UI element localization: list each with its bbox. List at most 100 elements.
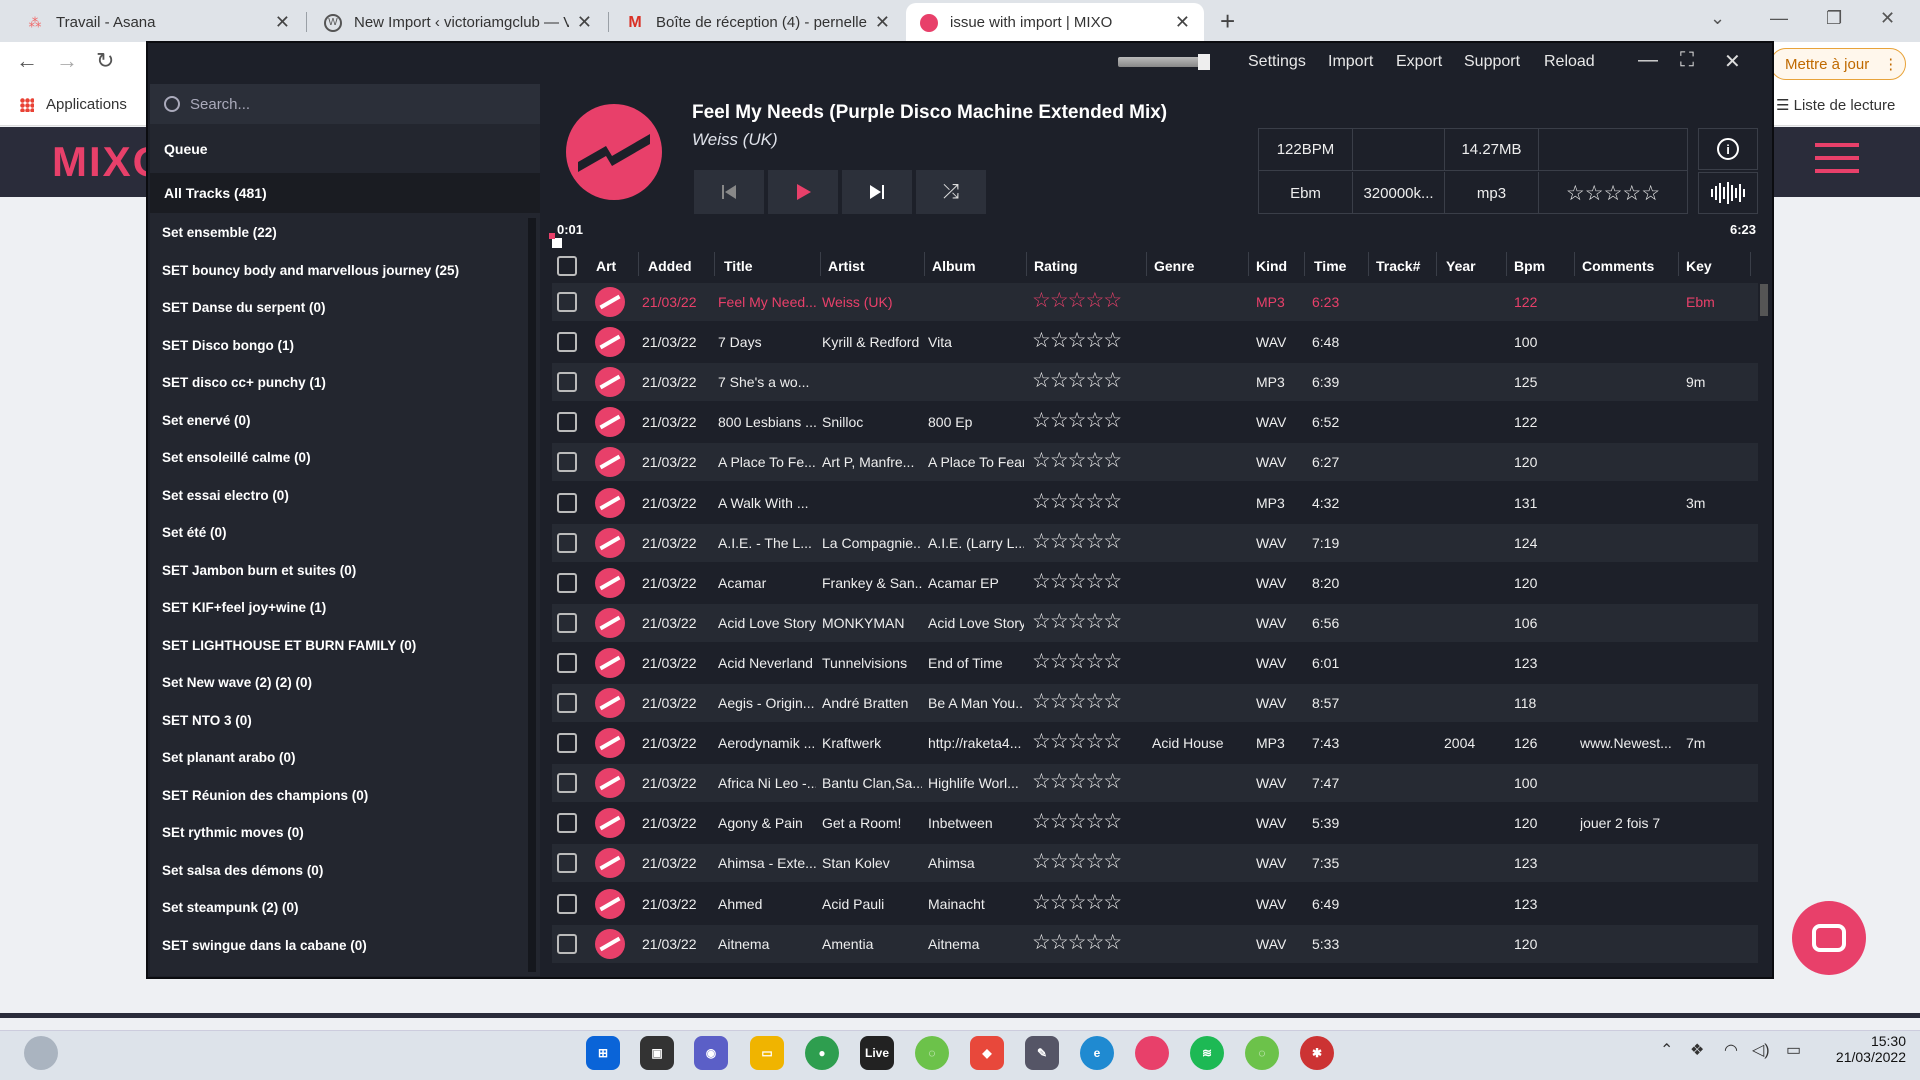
info-button[interactable]: i xyxy=(1698,128,1758,170)
row-rating-stars[interactable]: ☆☆☆☆☆ xyxy=(1032,649,1122,674)
column-time[interactable]: Time xyxy=(1314,258,1346,274)
row-checkbox[interactable] xyxy=(557,893,577,914)
sidebar-item-set[interactable]: Set essai electro (0) xyxy=(162,488,289,503)
row-checkbox[interactable] xyxy=(557,492,577,513)
minimize-icon[interactable]: — xyxy=(1770,8,1788,29)
sidebar-item-set[interactable]: SET swingue dans la cabane (0) xyxy=(162,938,367,953)
sidebar-item-set[interactable]: SET NTO 3 (0) xyxy=(162,713,252,728)
waveform-button[interactable] xyxy=(1698,172,1758,214)
sidebar-item-set[interactable]: SET bouncy body and marvellous journey (… xyxy=(162,263,459,278)
row-checkbox[interactable] xyxy=(557,332,577,353)
column-genre[interactable]: Genre xyxy=(1154,258,1194,274)
sidebar-item-all-tracks[interactable]: All Tracks (481) xyxy=(150,173,540,213)
sidebar-item-set[interactable]: SET disco cc+ punchy (1) xyxy=(162,375,326,390)
row-checkbox[interactable] xyxy=(557,612,577,633)
app-close-icon[interactable]: ✕ xyxy=(1724,49,1741,74)
new-tab-button[interactable]: + xyxy=(1220,6,1235,37)
row-rating-stars[interactable]: ☆☆☆☆☆ xyxy=(1032,729,1122,754)
column-rating[interactable]: Rating xyxy=(1034,258,1078,274)
column-comments[interactable]: Comments xyxy=(1582,258,1654,274)
sidebar-item-set[interactable]: Set planant arabo (0) xyxy=(162,750,296,765)
row-checkbox[interactable] xyxy=(557,813,577,834)
search-input[interactable]: Search... xyxy=(150,84,540,124)
row-checkbox[interactable] xyxy=(557,452,577,473)
row-rating-stars[interactable]: ☆☆☆☆☆ xyxy=(1032,930,1122,955)
back-icon[interactable]: ← xyxy=(16,48,38,74)
progress-bar[interactable] xyxy=(552,240,1764,246)
chat-support-icon[interactable] xyxy=(1792,901,1866,975)
row-checkbox[interactable] xyxy=(557,733,577,754)
forward-icon[interactable]: → xyxy=(56,48,78,74)
sidebar-item-set[interactable]: Set ensemble (22) xyxy=(162,225,277,240)
file-explorer-icon[interactable]: ▭ xyxy=(750,1036,784,1070)
windows-start-icon[interactable]: ⊞ xyxy=(586,1036,620,1070)
previous-button[interactable] xyxy=(694,170,764,214)
row-checkbox[interactable] xyxy=(557,652,577,673)
row-checkbox[interactable] xyxy=(557,532,577,553)
volume-icon[interactable]: ◁) xyxy=(1752,1040,1770,1060)
app-icon-cubes[interactable]: ◆ xyxy=(970,1036,1004,1070)
progress-handle[interactable] xyxy=(552,238,562,248)
sidebar-item-queue[interactable]: Queue xyxy=(150,129,540,169)
sidebar-item-set[interactable]: Set salsa des démons (0) xyxy=(162,863,323,878)
apps-bookmark[interactable]: Applications xyxy=(20,96,127,113)
wifi-icon[interactable]: ◠ xyxy=(1724,1040,1738,1060)
shuffle-button[interactable]: ⤮ xyxy=(916,170,986,214)
row-rating-stars[interactable]: ☆☆☆☆☆ xyxy=(1032,529,1122,554)
column-track-number[interactable]: Track# xyxy=(1376,258,1420,274)
select-all-checkbox[interactable] xyxy=(557,256,577,276)
battery-icon[interactable]: ▭ xyxy=(1786,1040,1801,1060)
row-rating-stars[interactable]: ☆☆☆☆☆ xyxy=(1032,890,1122,915)
tab-asana[interactable]: ⁂ Travail - Asana ✕ xyxy=(12,3,304,42)
sidebar-item-set[interactable]: Set enervé (0) xyxy=(162,413,251,428)
row-rating-stars[interactable]: ☆☆☆☆☆ xyxy=(1032,288,1122,313)
sidebar-item-set[interactable]: SET Jambon burn et suites (0) xyxy=(162,563,356,578)
column-key[interactable]: Key xyxy=(1686,258,1712,274)
app-fullscreen-icon[interactable]: ⛶ xyxy=(1680,49,1694,72)
row-rating-stars[interactable]: ☆☆☆☆☆ xyxy=(1032,809,1122,834)
row-checkbox[interactable] xyxy=(557,933,577,954)
hamburger-menu-icon[interactable] xyxy=(1815,143,1859,175)
info-rating[interactable]: ☆☆☆☆☆ xyxy=(1539,172,1687,214)
task-view-icon[interactable]: ▣ xyxy=(640,1036,674,1070)
column-bpm[interactable]: Bpm xyxy=(1514,258,1545,274)
sidebar-item-set[interactable]: SET Disco bongo (1) xyxy=(162,338,294,353)
support-menu[interactable]: Support xyxy=(1464,53,1520,71)
table-scrollbar[interactable] xyxy=(1760,284,1768,316)
tab-mixo[interactable]: issue with import | MIXO ✕ xyxy=(906,3,1204,42)
close-icon[interactable]: ✕ xyxy=(1175,12,1190,33)
row-rating-stars[interactable]: ☆☆☆☆☆ xyxy=(1032,689,1122,714)
sidebar-item-set[interactable]: SEt rythmic moves (0) xyxy=(162,825,304,840)
row-checkbox[interactable] xyxy=(557,853,577,874)
reload-menu[interactable]: Reload xyxy=(1544,53,1595,71)
sidebar-item-set[interactable]: Set steampunk (2) (0) xyxy=(162,900,299,915)
row-rating-stars[interactable]: ☆☆☆☆☆ xyxy=(1032,569,1122,594)
close-window-icon[interactable]: ✕ xyxy=(1880,8,1895,29)
export-menu[interactable]: Export xyxy=(1396,53,1442,71)
row-checkbox[interactable] xyxy=(557,773,577,794)
column-album[interactable]: Album xyxy=(932,258,976,274)
tab-wordpress[interactable]: W New Import ‹ victoriamgclub — V ✕ xyxy=(310,3,606,42)
sidebar-item-set[interactable]: SET LIGHTHOUSE ET BURN FAMILY (0) xyxy=(162,638,416,653)
mixo-taskbar-icon[interactable] xyxy=(1135,1036,1169,1070)
close-icon[interactable]: ✕ xyxy=(275,12,290,33)
row-checkbox[interactable] xyxy=(557,372,577,393)
edge-icon[interactable]: e xyxy=(1080,1036,1114,1070)
close-icon[interactable]: ✕ xyxy=(577,12,592,33)
sidebar-item-set[interactable]: Set ensoleillé calme (0) xyxy=(162,450,311,465)
app-icon-ring[interactable]: ◌ xyxy=(1245,1036,1279,1070)
tab-gmail[interactable]: M Boîte de réception (4) - pernelle.l ✕ xyxy=(612,3,904,42)
row-rating-stars[interactable]: ☆☆☆☆☆ xyxy=(1032,448,1122,473)
app-icon-red[interactable]: ✱ xyxy=(1300,1036,1334,1070)
sidebar-item-set[interactable]: SET Danse du serpent (0) xyxy=(162,300,326,315)
restore-icon[interactable]: ❐ xyxy=(1826,8,1842,29)
row-rating-stars[interactable]: ☆☆☆☆☆ xyxy=(1032,408,1122,433)
row-rating-stars[interactable]: ☆☆☆☆☆ xyxy=(1032,849,1122,874)
sidebar-item-set[interactable]: SET KIF+feel joy+wine (1) xyxy=(162,600,326,615)
row-checkbox[interactable] xyxy=(557,412,577,433)
next-button[interactable] xyxy=(842,170,912,214)
spotify-icon[interactable]: ≋ xyxy=(1190,1036,1224,1070)
row-rating-stars[interactable]: ☆☆☆☆☆ xyxy=(1032,489,1122,514)
weather-icon[interactable] xyxy=(24,1036,58,1070)
sidebar-item-set[interactable]: Set New wave (2) (2) (0) xyxy=(162,675,312,690)
